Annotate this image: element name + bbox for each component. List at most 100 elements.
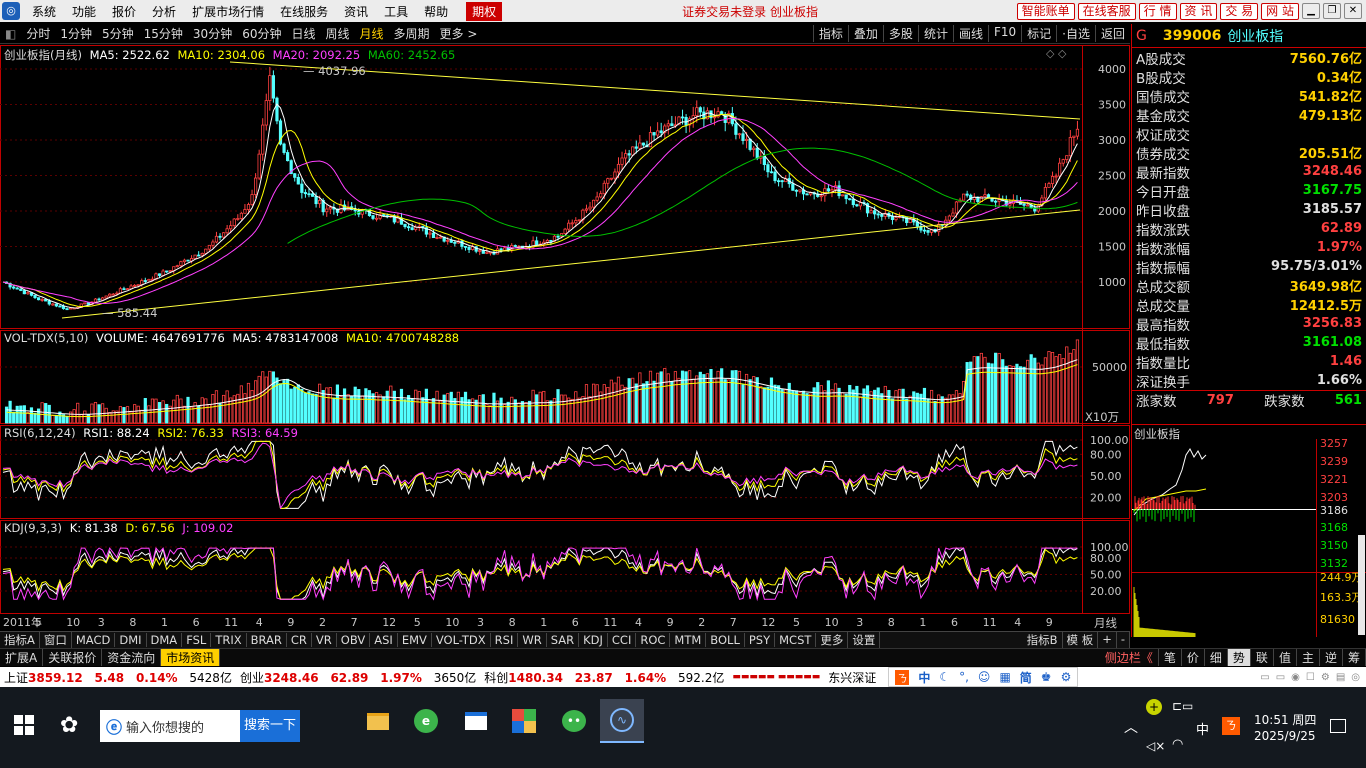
indicator-tab[interactable]: TRIX [211,633,247,647]
ime-gear-icon[interactable]: ⚙ [1061,670,1072,684]
side-tab-link[interactable]: 联 [1251,649,1274,666]
indicator-tab-right[interactable]: + [1098,632,1117,648]
ticker-cy[interactable]: 创业3248.46 62.89 1.97% 3650亿 [236,669,480,686]
news-button[interactable]: 资 讯 [1179,2,1218,20]
indicator-tab[interactable]: MTM [670,633,707,647]
mini-chart-canvas[interactable]: 3257 3239 3221 32033186 3168 3150 3132244.9万 16… [1132,425,1366,637]
period-30min[interactable]: 30分钟 [188,25,237,42]
indicator-tab[interactable]: PSY [745,633,776,647]
statistics-button[interactable]: 统计 [917,25,953,42]
indicator-tab-right[interactable]: 模 板 [1063,632,1099,648]
ie-browser-icon[interactable]: e [404,699,448,743]
ticker-sh[interactable]: 上证3859.12 5.48 0.14% 5428亿 [0,669,236,686]
menu-item-help[interactable]: 帮助 [416,3,456,20]
ime-toolbar[interactable]: ㄋ 中 ☾ °, ☺ ▦ 简 ♚ ⚙ [888,667,1079,687]
overlay-button[interactable]: 叠加 [847,25,883,42]
market-button[interactable]: 行 情 [1138,2,1177,20]
ext-tab-related-quote[interactable]: 关联报价 [43,649,103,666]
ime-simplified[interactable]: 简 [1020,669,1032,686]
indicator-tab-right[interactable]: - [1117,632,1130,648]
side-tab-chips[interactable]: 筹 [1343,649,1366,666]
draw-line-button[interactable]: 画线 [952,25,988,42]
period-multi[interactable]: 多周期 [389,25,435,42]
ime-shirt-icon[interactable]: ♚ [1041,670,1052,684]
indicator-tab[interactable]: BOLL [706,633,745,647]
menu-item-ext-market[interactable]: 扩展市场行情 [184,3,272,20]
indicator-tab[interactable]: 设置 [848,632,881,648]
side-tab-trend[interactable]: 势 [1227,649,1251,666]
menu-item-online-service[interactable]: 在线服务 [272,3,336,20]
status-icon-3[interactable]: ◉ [1291,672,1300,683]
menu-item-quote[interactable]: 报价 [104,3,144,20]
status-icon-7[interactable]: ◎ [1351,672,1360,683]
indicator-tab[interactable]: MCST [775,633,817,647]
tray-chevron-icon[interactable]: ︿ [1124,717,1138,737]
status-icon-6[interactable]: ▤ [1336,672,1345,683]
stock-app-icon[interactable]: ∿ [600,699,644,743]
period-month[interactable]: 月线 [355,25,389,42]
indicator-tab[interactable]: CCI [608,633,637,647]
ime-punct-icon[interactable]: °, [959,670,969,684]
ext-tab-market-news[interactable]: 市场资讯 [161,649,221,666]
period-60min[interactable]: 60分钟 [237,25,286,42]
tray-green-plus-icon[interactable]: + [1146,699,1162,715]
back-button[interactable]: 返回 [1094,25,1130,42]
period-5min[interactable]: 5分钟 [97,25,139,42]
tray-volume-icon[interactable]: ◁× [1146,739,1165,753]
indicator-tab[interactable]: FSL [182,633,212,647]
options-button[interactable]: 期权 [466,1,503,21]
menu-item-system[interactable]: 系统 [24,3,64,20]
indicator-tab[interactable]: 指标A [0,632,40,648]
indicator-tab[interactable]: SAR [547,633,580,647]
restore-icon[interactable]: ❐ [1323,3,1341,19]
indicator-tab[interactable]: VR [312,633,337,647]
indicator-tab[interactable]: DMA [147,633,183,647]
puzzle-app-icon[interactable] [502,699,546,743]
indicator-tab[interactable]: OBV [337,633,371,647]
side-tab-main[interactable]: 主 [1297,649,1320,666]
indicator-button[interactable]: 指标 [812,25,848,42]
tray-battery-icon[interactable]: ⊏▭ [1172,699,1193,713]
ime-keyboard-icon[interactable]: ▦ [999,670,1010,684]
status-icon-5[interactable]: ⚙ [1321,672,1330,683]
period-15min[interactable]: 15分钟 [139,25,188,42]
tray-clock-time[interactable]: 10:51 周四 [1254,711,1316,728]
tray-wifi-icon[interactable]: ◠ [1172,737,1183,752]
taskbar-search-input[interactable]: 输入你想搜的 [126,717,204,736]
smart-bill-button[interactable]: 智能账单 [1016,2,1075,20]
indicator-tab[interactable]: MACD [72,633,116,647]
tray-lang[interactable]: 中 [1196,719,1209,738]
indicator-tab[interactable]: DMI [115,633,147,647]
menu-item-function[interactable]: 功能 [64,3,104,20]
notification-icon[interactable] [1330,719,1346,733]
menu-item-news[interactable]: 资讯 [336,3,376,20]
side-tab-price[interactable]: 价 [1182,649,1205,666]
mini-scrollbar[interactable] [1358,535,1365,635]
period-day[interactable]: 日线 [286,25,320,42]
side-tab-reverse[interactable]: 逆 [1320,649,1343,666]
side-tab-detail[interactable]: 细 [1205,649,1228,666]
minimize-icon[interactable]: ▁ [1302,3,1320,19]
ext-tab-a[interactable]: 扩展A [0,649,44,666]
kline-chart-area[interactable]: 4000 3500 3000 2500 2000 1500 1000 50000 100.00 8… [0,45,1130,630]
ime-lang[interactable]: 中 [918,669,930,686]
toolbar-square-icon[interactable]: ◧ [0,27,21,41]
wechat-icon[interactable]: •• [552,699,596,743]
status-icon-1[interactable]: ▭ [1260,672,1269,683]
status-icon-2[interactable]: ▭ [1276,672,1285,683]
period-tick[interactable]: 分时 [21,25,55,42]
task-view-icon[interactable]: ✿ [60,713,78,738]
windows-start-icon[interactable] [14,715,34,735]
f10-button[interactable]: F10 [987,25,1021,42]
chart-settings-icon[interactable]: ◇ ◇ [1046,47,1066,60]
trade-button[interactable]: 交 易 [1220,2,1259,20]
indicator-tab[interactable]: EMV [398,633,432,647]
side-tab-trade[interactable]: 笔 [1159,649,1182,666]
file-explorer-icon[interactable] [356,699,400,743]
period-more[interactable]: 更多 > [435,25,483,42]
tray-ime-icon[interactable]: ㄋ [1222,717,1240,735]
menu-item-analysis[interactable]: 分析 [144,3,184,20]
ticker-kc[interactable]: 科创1480.34 23.87 1.64% 592.2亿 [480,669,728,686]
side-tab-value[interactable]: 值 [1274,649,1297,666]
app-window-icon[interactable] [454,699,498,743]
